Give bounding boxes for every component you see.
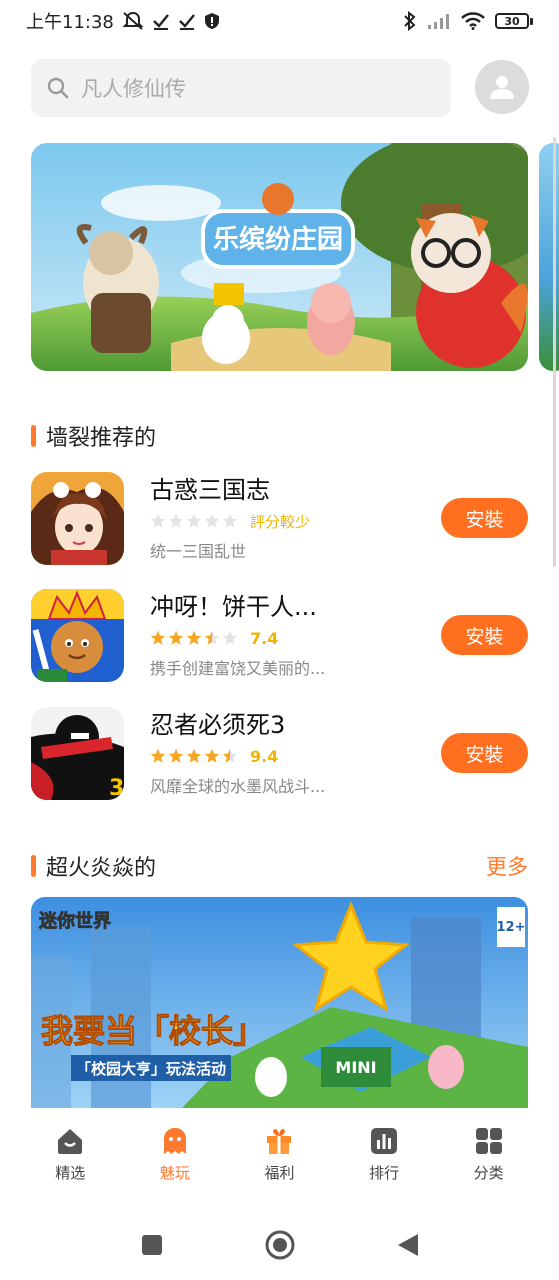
more-link[interactable]: 更多 [486,851,528,881]
status-time: 上午11:38 [26,12,114,33]
star-full-icon [204,748,220,763]
nav-label: 分类 [473,1163,504,1182]
nav-item-featured[interactable]: 精选 [30,1126,110,1183]
rating-text: 評分較少 [250,512,311,531]
star-full-icon [186,748,202,763]
star-empty-icon [168,513,184,528]
app-icon [31,471,124,565]
star-empty-icon [222,630,238,645]
app-name: 冲呀！饼干人... [150,593,317,621]
rating-score: 9.4 [250,746,279,766]
category-icon [475,1127,502,1154]
install-button[interactable]: 安裝 [441,498,528,538]
section-header-recommended: 墙裂推荐的 [31,420,528,452]
star-empty-icon [204,513,220,528]
signal-icon [428,14,449,29]
app-list-item[interactable]: 冲呀！饼干人... 7.4 携手创建富饶又美丽的... 安裝 [31,588,528,682]
promo-headline: 我要当「校长」 [41,1012,265,1050]
system-navigation [0,1210,559,1280]
star-full-icon [150,630,166,645]
back-icon[interactable] [396,1232,420,1258]
app-description: 统一三国乱世 [150,542,247,561]
star-full-icon [168,630,184,645]
app-name: 忍者必须死3 [150,711,286,739]
banner-logo-text: 乐缤纷庄园 [213,224,343,255]
install-button[interactable]: 安裝 [441,733,528,773]
banner-next-peek[interactable] [539,143,559,371]
check-icon [179,14,195,30]
search-placeholder: 凡人修仙传 [81,77,186,101]
featured-banner[interactable]: 乐缤纷庄园 [31,143,528,371]
status-bar: 上午11:38 30 [0,0,559,42]
section-header-hot: 超火炎焱的 更多 [31,850,528,882]
rating-score: 7.4 [250,628,279,648]
rating-stars [150,748,238,764]
recent-apps-icon[interactable] [140,1233,164,1257]
search-icon [47,77,69,99]
svg-text:3: 3 [109,776,124,800]
star-empty-icon [150,513,166,528]
avatar[interactable] [475,60,529,114]
search-row: 凡人修仙传 [31,58,529,118]
mute-icon [122,11,144,30]
nav-label: 福利 [264,1163,295,1182]
section-title: 墙裂推荐的 [46,426,157,451]
search-input[interactable]: 凡人修仙传 [31,59,451,117]
ranking-icon [371,1127,398,1154]
app-icon: 3 [31,706,124,800]
nav-label: 精选 [55,1163,86,1182]
banner-image: 乐缤纷庄园 [31,143,528,371]
nav-item-welfare[interactable]: 福利 [239,1126,319,1183]
rating-stars [150,513,238,529]
promo-subline: 「校园大亨」玩法活动 [76,1060,226,1078]
star-empty-icon [186,513,202,528]
battery-level: 30 [495,13,529,29]
star-empty-icon [222,513,238,528]
gift-icon [267,1128,292,1154]
wifi-icon [461,12,485,30]
star-full-icon [150,748,166,763]
ghost-icon [163,1127,186,1154]
age-rating-badge: 12+ [497,920,526,935]
nav-label: 魅玩 [159,1163,190,1182]
promo-sign-text: MINI [335,1058,376,1077]
rating-stars [150,630,238,646]
nav-label: 排行 [369,1163,400,1182]
promo-game-logo: 迷你世界 [38,910,111,932]
bottom-navigation: 精选 魅玩 福利 排行 分类 [0,1108,559,1200]
scrollbar[interactable] [553,137,556,567]
nav-item-meiwan[interactable]: 魅玩 [135,1126,215,1183]
app-description: 风靡全球的水墨风战斗... [150,777,326,796]
star-full-icon [168,748,184,763]
user-icon [490,76,514,99]
battery-indicator: 30 [495,13,533,29]
section-title: 超火炎焱的 [46,856,157,881]
home-button-icon[interactable] [264,1229,296,1261]
bluetooth-icon [404,11,416,31]
shield-icon [204,13,219,29]
app-name: 古惑三国志 [150,476,270,504]
promo-banner[interactable]: MINI 迷你世界 12+ 我要当「校长」 「校园大亨」玩法活动 [31,897,528,1109]
promo-image: MINI 迷你世界 12+ 我要当「校长」 「校园大亨」玩法活动 [31,897,528,1109]
app-icon [31,588,124,682]
star-half-icon [204,630,220,645]
home-icon [58,1128,83,1154]
nav-item-ranking[interactable]: 排行 [344,1126,424,1183]
app-description: 携手创建富饶又美丽的... [150,659,326,678]
app-list-item[interactable]: 3 忍者必须死3 9.4 风靡全球的水墨风战斗... 安裝 [31,706,528,800]
star-half-icon [222,748,238,763]
install-button[interactable]: 安裝 [441,615,528,655]
star-full-icon [186,630,202,645]
nav-item-category[interactable]: 分类 [449,1126,529,1183]
app-list-item[interactable]: 古惑三国志 評分較少 统一三国乱世 安裝 [31,471,528,565]
check-icon [153,14,169,30]
